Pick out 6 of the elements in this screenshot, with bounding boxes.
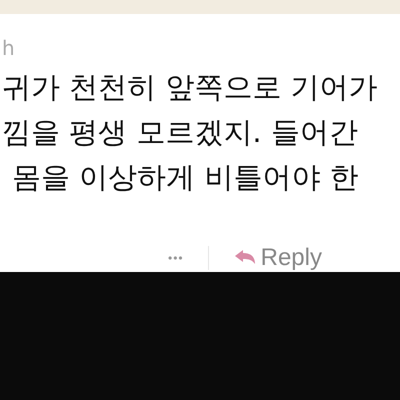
comment-text-line: 귀가 천천히 앞쪽으로 기어가 xyxy=(2,70,378,105)
comment-text-line: 낌을 평생 모르겠지. 들어간 xyxy=(2,115,358,150)
reply-button[interactable]: Reply xyxy=(228,244,326,272)
more-button[interactable]: ••• xyxy=(164,249,188,267)
comment-text-line: 몸을 이상하게 비틀어야 한 xyxy=(12,160,359,195)
author-name: h xyxy=(2,36,15,60)
